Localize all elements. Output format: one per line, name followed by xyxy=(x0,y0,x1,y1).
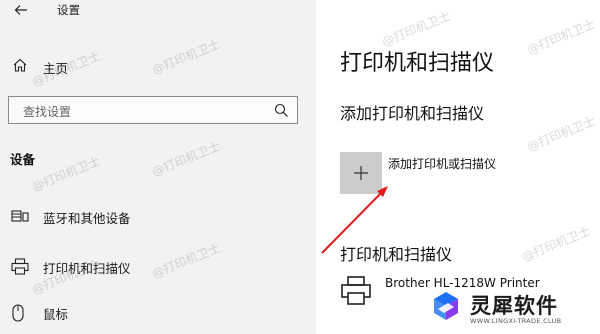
brand-logo-icon xyxy=(428,290,464,330)
search-icon xyxy=(274,103,289,122)
brand-name: 灵犀软件 xyxy=(470,294,558,318)
plus-icon xyxy=(354,166,368,180)
sidebar-item-printers[interactable]: 打印机和扫描仪 xyxy=(0,251,316,281)
page-title: 打印机和扫描仪 xyxy=(340,51,495,76)
settings-sidebar: 设置 主页 查找设置 设备 蓝牙和其他设备 打印机和扫描仪 鼠标 xyxy=(0,0,316,334)
devices-icon xyxy=(11,208,29,228)
sidebar-item-label: 主页 xyxy=(43,61,69,76)
printer-icon xyxy=(11,258,29,279)
back-arrow-icon xyxy=(14,5,27,15)
add-printer-button[interactable]: 添加打印机或扫描仪 xyxy=(340,152,570,196)
sidebar-item-label: 打印机和扫描仪 xyxy=(43,261,131,276)
mouse-icon xyxy=(11,304,25,326)
section-heading-devices: 设备 xyxy=(10,152,36,167)
search-settings-input[interactable]: 查找设置 xyxy=(8,96,298,124)
sidebar-item-bluetooth[interactable]: 蓝牙和其他设备 xyxy=(0,201,316,231)
home-icon xyxy=(12,57,28,77)
add-printers-heading: 添加打印机和扫描仪 xyxy=(340,104,485,123)
back-button[interactable] xyxy=(10,0,32,20)
add-tile xyxy=(340,152,382,194)
window-title: 设置 xyxy=(57,3,80,17)
brand-site: WWW.LINGXI-TRADE.CLUB xyxy=(470,317,562,325)
printers-page: 打印机和扫描仪 添加打印机和扫描仪 添加打印机或扫描仪 打印机和扫描仪 Brot… xyxy=(316,0,600,334)
sidebar-item-mouse[interactable]: 鼠标 xyxy=(0,297,316,327)
sidebar-item-label: 蓝牙和其他设备 xyxy=(43,211,131,226)
printers-list-heading: 打印机和扫描仪 xyxy=(340,245,453,264)
brand-logo: 灵犀软件 WWW.LINGXI-TRADE.CLUB xyxy=(428,286,596,330)
sidebar-item-label: 鼠标 xyxy=(43,307,69,322)
search-placeholder: 查找设置 xyxy=(23,105,72,119)
sidebar-item-home[interactable]: 主页 xyxy=(0,52,316,80)
title-bar: 设置 xyxy=(0,0,316,22)
add-printer-label: 添加打印机或扫描仪 xyxy=(388,157,497,171)
printer-icon xyxy=(340,276,372,310)
